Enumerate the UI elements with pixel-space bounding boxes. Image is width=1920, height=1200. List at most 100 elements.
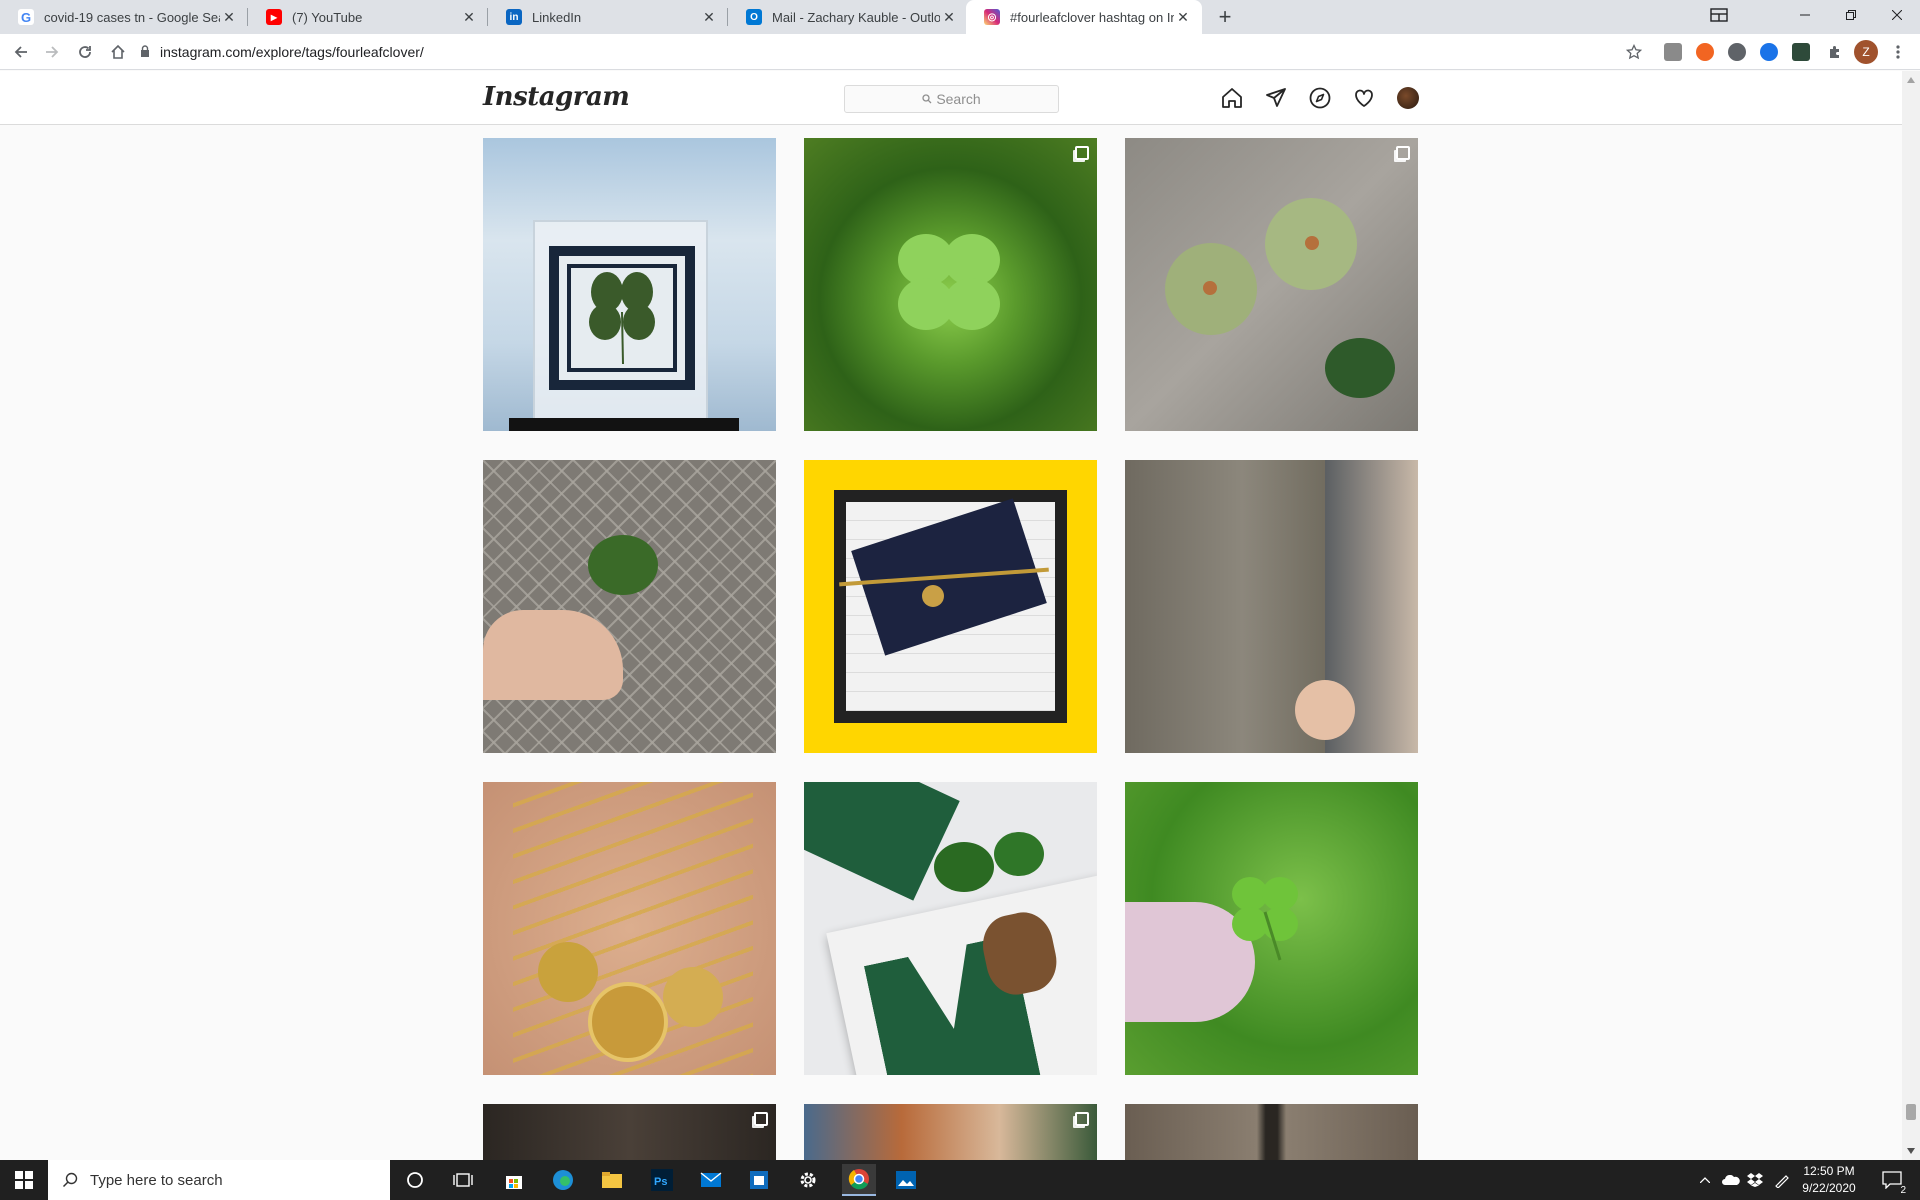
back-icon[interactable] [9, 40, 33, 64]
clover-frame [549, 246, 695, 390]
profile-avatar[interactable] [1397, 87, 1419, 109]
notifications-icon[interactable]: 2 [1880, 1168, 1906, 1196]
tab-title: #fourleafclover hashtag on Instagram [1010, 9, 1174, 25]
instagram-logo[interactable]: Instagram [483, 82, 630, 112]
pen-ink-icon[interactable] [1772, 1168, 1792, 1192]
tab-title: LinkedIn [532, 9, 582, 25]
post-thumbnail[interactable] [1125, 1104, 1418, 1160]
minimize-icon[interactable] [1782, 0, 1828, 30]
page-scrollbar[interactable] [1902, 71, 1920, 1160]
extension-blue-icon[interactable] [1760, 43, 1778, 61]
instagram-icon: ◎ [984, 9, 1000, 25]
post-thumbnail[interactable] [804, 138, 1097, 431]
tab-youtube[interactable]: ▶ (7) YouTube ✕ [248, 0, 488, 34]
close-tab-icon[interactable]: ✕ [460, 9, 478, 26]
scrollbar-thumb[interactable] [1906, 1104, 1916, 1120]
tab-title: (7) YouTube [292, 9, 363, 25]
lock-icon [140, 44, 150, 60]
hand [483, 610, 623, 700]
instagram-header: Instagram Search [0, 71, 1902, 125]
cortana-icon[interactable] [403, 1168, 427, 1192]
search-placeholder: Search [936, 91, 981, 107]
post-thumbnail[interactable] [1125, 782, 1418, 1075]
dropbox-icon[interactable] [1745, 1168, 1765, 1192]
marshall-book-top [804, 782, 960, 901]
clover-icon [589, 272, 655, 365]
tab-title: Mail - Zachary Kauble - Outlook [772, 9, 940, 25]
post-thumbnail[interactable] [483, 782, 776, 1075]
post-thumbnail[interactable] [483, 460, 776, 753]
honey-extension-icon[interactable] [1696, 43, 1714, 61]
clover-leaf [588, 535, 658, 595]
scroll-up-arrow-icon[interactable] [1907, 77, 1915, 83]
task-view-icon[interactable] [451, 1168, 475, 1192]
taskbar-clock[interactable]: 12:50 PM 9/22/2020 [1790, 1163, 1868, 1197]
show-hidden-icons-chevron-icon[interactable] [1698, 1168, 1712, 1192]
post-thumbnail[interactable] [1125, 460, 1418, 753]
tab-instagram[interactable]: ◎ #fourleafclover hashtag on Instagram ✕ [966, 0, 1202, 34]
clover-icon [1232, 877, 1298, 961]
close-tab-icon[interactable]: ✕ [940, 9, 958, 26]
close-tab-icon[interactable]: ✕ [700, 9, 718, 26]
direct-message-icon[interactable] [1264, 86, 1288, 110]
mail-icon[interactable] [699, 1168, 723, 1192]
hand [1295, 680, 1355, 740]
tab-linkedin[interactable]: in LinkedIn ✕ [488, 0, 728, 34]
chrome-taskbar-icon[interactable] [842, 1164, 876, 1196]
scroll-down-arrow-icon[interactable] [1907, 1148, 1915, 1154]
restore-icon[interactable] [1828, 0, 1874, 30]
activity-heart-icon[interactable] [1352, 86, 1376, 110]
multiple-photos-icon [1075, 1112, 1089, 1126]
settings-gear-icon[interactable] [796, 1168, 820, 1192]
post-thumbnail[interactable] [804, 782, 1097, 1075]
tab-google-search[interactable]: G covid-19 cases tn - Google Search ✕ [0, 0, 248, 34]
home-icon[interactable] [106, 40, 130, 64]
onedrive-cloud-icon[interactable] [1721, 1168, 1741, 1192]
svg-text:Ps: Ps [654, 1176, 667, 1188]
post-thumbnail[interactable] [483, 138, 776, 431]
browser-tab-strip: G covid-19 cases tn - Google Search ✕ ▶ … [0, 0, 1920, 34]
forward-icon[interactable] [40, 40, 64, 64]
stand-base [509, 418, 739, 431]
address-bar[interactable]: instagram.com/explore/tags/fourleafclove… [140, 39, 1640, 65]
file-explorer-icon[interactable] [600, 1168, 624, 1192]
home-icon[interactable] [1220, 86, 1244, 110]
extension-dark-icon[interactable] [1792, 43, 1810, 61]
windows-start-icon[interactable] [12, 1168, 36, 1192]
extensions-puzzle-icon[interactable] [1823, 40, 1847, 64]
linkedin-icon: in [506, 9, 522, 25]
post-thumbnail[interactable] [483, 1104, 776, 1160]
instagram-search-box[interactable]: Search [844, 85, 1059, 113]
edge-icon[interactable] [551, 1168, 575, 1192]
explore-compass-icon[interactable] [1308, 86, 1332, 110]
microsoft-store-icon[interactable] [502, 1168, 526, 1192]
outlook-calendar-icon[interactable] [747, 1168, 771, 1192]
post-thumbnail[interactable] [1125, 138, 1418, 431]
taskbar-search-box[interactable]: Type here to search [48, 1160, 390, 1200]
bookmark-star-icon[interactable] [1622, 40, 1646, 64]
browser-toolbar: instagram.com/explore/tags/fourleafclove… [0, 34, 1920, 70]
outlook-icon: O [746, 9, 762, 25]
chrome-menu-icon[interactable] [1886, 40, 1910, 64]
photos-icon[interactable] [894, 1168, 918, 1192]
tab-search-icon[interactable] [1696, 0, 1742, 30]
close-window-icon[interactable] [1874, 0, 1920, 30]
clock-date: 9/22/2020 [1802, 1181, 1856, 1195]
post-thumbnail[interactable] [804, 1104, 1097, 1160]
search-icon [62, 1172, 78, 1188]
profile-avatar[interactable]: Z [1854, 40, 1878, 64]
url-text: instagram.com/explore/tags/fourleafclove… [160, 44, 424, 60]
new-tab-button[interactable]: + [1212, 4, 1238, 30]
photoshop-icon[interactable]: Ps [650, 1168, 674, 1192]
notification-count: 2 [1900, 1185, 1906, 1196]
post-thumbnail[interactable] [804, 460, 1097, 753]
windows-taskbar: Type here to search Ps 12:50 PM 9/22/202… [0, 1160, 1920, 1200]
extension-circle-icon[interactable] [1728, 43, 1746, 61]
clock-time: 12:50 PM [1803, 1164, 1855, 1178]
close-tab-icon[interactable]: ✕ [1174, 9, 1192, 26]
clover-leaf [1325, 338, 1395, 398]
reload-icon[interactable] [73, 40, 97, 64]
close-tab-icon[interactable]: ✕ [220, 9, 238, 26]
tab-outlook[interactable]: O Mail - Zachary Kauble - Outlook ✕ [728, 0, 968, 34]
grammarly-extension-icon[interactable] [1664, 43, 1682, 61]
